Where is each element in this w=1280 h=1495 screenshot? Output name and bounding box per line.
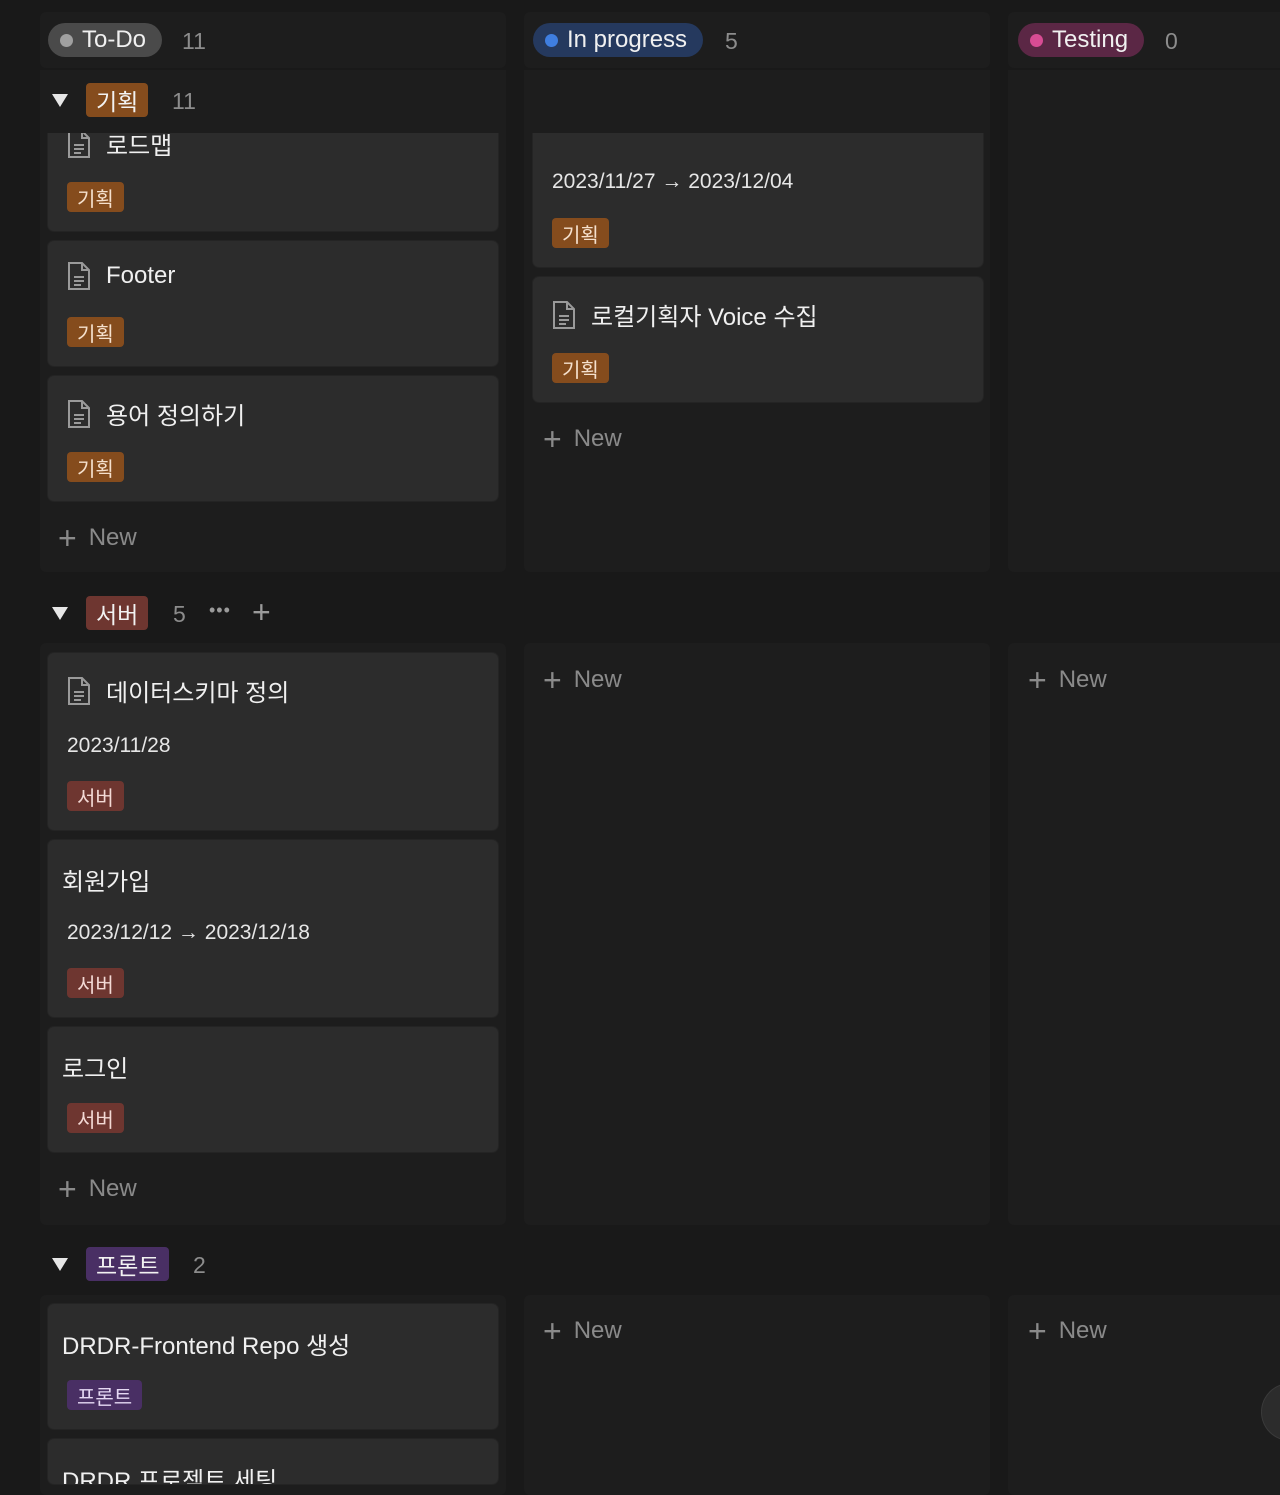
group-tag-server: 서버 [86,596,149,630]
tag-planning: 기획 [67,317,124,347]
card-title: 로그인 [62,1056,129,1083]
new-button-todo-server[interactable]: + New [58,1171,137,1207]
group-count-server: 5 [173,601,186,627]
group-tag-front: 프론트 [86,1247,170,1281]
card-date: 2023/11/27 → 2023/12/04 [552,170,794,193]
status-label: In progress [567,26,688,53]
card-title: DRDR 프로젝트 세팅 [62,1468,278,1484]
tag-server: 서버 [67,1103,124,1133]
card-title: 로컬기획자 Voice 수집 [591,304,818,331]
new-label: New [573,1317,622,1344]
document-icon [68,676,90,705]
tag-planning: 기획 [67,182,124,212]
tag-planning: 기획 [552,353,609,383]
column-count-testing: 0 [1165,28,1178,54]
plus-icon: + [58,1171,77,1207]
card-frontend-repo[interactable]: DRDR-Frontend Repo 생성 프론트 [48,1304,498,1429]
card-title: 회원가입 [62,869,151,896]
testing-column-bg-group2 [1008,643,1280,1225]
status-dot [545,33,558,47]
tag-planning: 기획 [552,218,609,248]
column-count-todo: 11 [182,28,206,54]
plus-icon: + [543,662,562,698]
card-title: DRDR-Frontend Repo 생성 [62,1333,351,1360]
tag-planning: 기획 [67,452,124,482]
group-tag-planning: 기획 [86,83,149,117]
tag-server: 서버 [67,968,124,998]
status-pill-testing[interactable]: Testing [1018,23,1145,57]
status-label: Testing [1052,26,1129,53]
card-footer[interactable]: Footer 기획 [48,241,498,366]
new-label: New [88,1175,137,1202]
card-date: 2023/12/12 → 2023/12/18 [67,921,310,944]
new-label: New [1058,666,1107,693]
card-title: Footer [106,262,176,289]
document-icon [553,300,575,329]
status-pill-todo[interactable]: To-Do [48,23,163,57]
plus-icon: + [1028,1313,1047,1349]
testing-group-header-bg [1008,70,1280,133]
card-data-schema[interactable]: 데이터스키마 정의 2023/11/28 서버 [48,653,498,830]
card-title: 용어 정의하기 [106,403,246,430]
plus-icon: + [1028,662,1047,698]
new-button-testing-front[interactable]: + New [1028,1313,1107,1349]
more-options-icon[interactable]: ••• [209,600,231,621]
status-dot [60,33,73,47]
card-glossary[interactable]: 용어 정의하기 기획 [48,376,498,501]
card-project-setup[interactable]: DRDR 프로젝트 세팅 [48,1439,498,1484]
column-count-inprogress: 5 [725,28,738,54]
testing-column-bg-group1 [1008,70,1280,572]
group-count-front: 2 [193,1252,206,1278]
new-button-inprogress-server[interactable]: + New [543,662,622,698]
document-icon [68,399,90,428]
plus-icon: + [543,421,562,457]
new-button-testing-server[interactable]: + New [1028,662,1107,698]
card-title: 데이터스키마 정의 [106,680,290,707]
collapse-toggle-icon[interactable] [52,94,68,107]
new-label: New [573,666,622,693]
card-local-planner-voice[interactable]: 로컬기획자 Voice 수집 기획 [533,277,983,402]
new-button-inprogress-front[interactable]: + New [543,1313,622,1349]
new-label: New [88,524,137,551]
document-icon [68,262,90,290]
card-date: 2023/11/28 [67,734,171,757]
status-label: To-Do [82,26,147,53]
add-card-icon[interactable]: + [252,594,271,631]
tag-server: 서버 [67,781,124,811]
card-login[interactable]: 로그인 서버 [48,1027,498,1152]
new-button-inprogress-planning[interactable]: + New [543,421,622,457]
group-count-planning: 11 [172,88,196,114]
status-pill-inprogress[interactable]: In progress [533,23,704,57]
status-dot [1030,33,1043,47]
inprogress-column-bg-group2 [524,643,990,1225]
plus-icon: + [543,1313,562,1349]
new-label: New [1058,1317,1107,1344]
document-icon [68,129,90,158]
tag-front: 프론트 [67,1380,143,1410]
collapse-toggle-icon[interactable] [52,1258,68,1271]
inprogress-group-header-bg [524,70,990,133]
card-signup[interactable]: 회원가입 2023/12/12 → 2023/12/18 서버 [48,840,498,1017]
plus-icon: + [58,520,77,556]
new-label: New [573,425,622,452]
new-button-todo-planning[interactable]: + New [58,520,137,556]
collapse-toggle-icon[interactable] [52,607,68,620]
